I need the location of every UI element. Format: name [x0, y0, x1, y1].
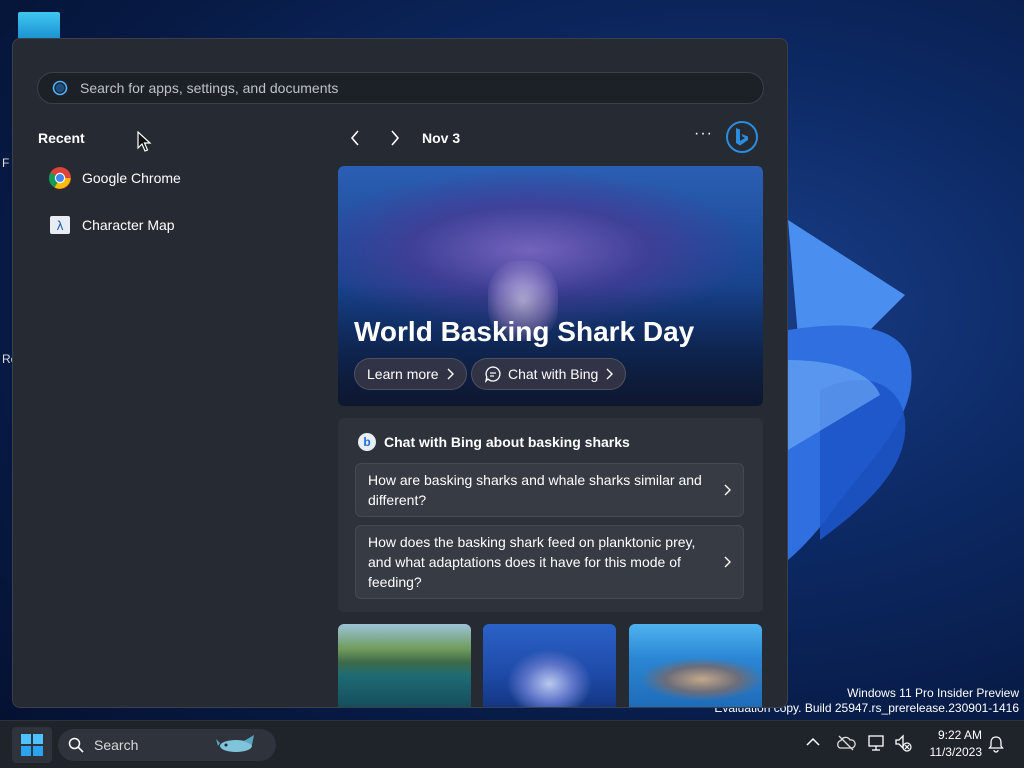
clock-time: 9:22 AM — [937, 728, 982, 742]
more-options-button[interactable]: ··· — [694, 125, 713, 143]
next-button[interactable] — [385, 128, 405, 148]
search-icon — [68, 737, 84, 753]
desktop-icon[interactable] — [18, 12, 60, 40]
onedrive-icon[interactable] — [836, 734, 856, 752]
taskbar: Search 9:22 AM 11/3/2023 — [0, 720, 1024, 768]
hero-title: World Basking Shark Day — [354, 316, 695, 347]
thumbnail-image[interactable] — [338, 624, 471, 707]
wallpaper-bloom — [788, 220, 912, 560]
chat-heading: Chat with Bing about basking sharks — [384, 434, 630, 450]
chevron-right-icon — [391, 130, 400, 146]
search-icon — [52, 80, 68, 96]
learn-more-button[interactable]: Learn more — [354, 358, 467, 390]
clock[interactable]: 9:22 AM 11/3/2023 — [920, 727, 983, 761]
shark-highlight-icon — [216, 735, 254, 752]
network-icon[interactable] — [867, 733, 887, 753]
recent-item-label: Character Map — [82, 217, 175, 233]
start-button[interactable] — [12, 727, 52, 763]
clock-date: 11/3/2023 — [929, 745, 983, 759]
search-input[interactable]: Search for apps, settings, and documents — [37, 72, 764, 104]
search-placeholder: Search for apps, settings, and documents — [80, 80, 339, 96]
spotlight-hero-image[interactable]: World Basking Shark Day Learn more Chat … — [338, 166, 763, 406]
thumbnail-image[interactable] — [629, 624, 762, 707]
mouse-cursor-icon — [137, 131, 152, 152]
svg-text:λ: λ — [56, 219, 63, 233]
recent-item-character-map[interactable]: λ Character Map — [47, 212, 175, 238]
bing-small-icon: b — [358, 433, 376, 451]
chevron-right-icon — [606, 368, 614, 380]
recent-heading: Recent — [38, 130, 85, 146]
bing-icon[interactable] — [726, 121, 758, 153]
chevron-right-icon — [724, 556, 731, 568]
chevron-right-icon — [447, 368, 454, 380]
chat-with-bing-label: Chat with Bing — [508, 366, 599, 382]
chat-heading-row: b Chat with Bing about basking sharks — [358, 433, 630, 451]
learn-more-label: Learn more — [367, 366, 439, 382]
notification-bell-icon[interactable] — [988, 735, 1004, 753]
chat-suggestion[interactable]: How are basking sharks and whale sharks … — [355, 463, 744, 517]
recent-item-google-chrome[interactable]: Google Chrome — [47, 165, 181, 191]
bing-chat-card: b Chat with Bing about basking sharks Ho… — [338, 418, 763, 612]
chat-suggestion[interactable]: How does the basking shark feed on plank… — [355, 525, 744, 599]
chat-suggestion-text: How does the basking shark feed on plank… — [368, 534, 696, 590]
volume-muted-icon[interactable] — [894, 733, 912, 753]
chat-suggestion-text: How are basking sharks and whale sharks … — [368, 472, 702, 508]
chevron-right-icon — [724, 484, 731, 496]
previous-button[interactable] — [345, 128, 365, 148]
chat-with-bing-button[interactable]: Chat with Bing — [471, 358, 627, 390]
taskbar-search-label: Search — [94, 737, 139, 753]
start-menu: Search for apps, settings, and documents… — [12, 38, 788, 708]
chat-bubble-icon — [484, 366, 501, 383]
thumbnail-image[interactable] — [483, 624, 616, 707]
recent-item-label: Google Chrome — [82, 170, 181, 186]
spotlight-date: Nov 3 — [422, 130, 461, 146]
chevron-up-icon[interactable] — [806, 735, 820, 749]
chrome-icon — [47, 165, 73, 191]
taskbar-search[interactable]: Search — [58, 729, 276, 761]
character-map-icon: λ — [47, 212, 73, 238]
desktop-label-fragment: F — [2, 156, 10, 170]
chevron-left-icon — [350, 130, 359, 146]
windows-logo-icon — [21, 734, 43, 756]
